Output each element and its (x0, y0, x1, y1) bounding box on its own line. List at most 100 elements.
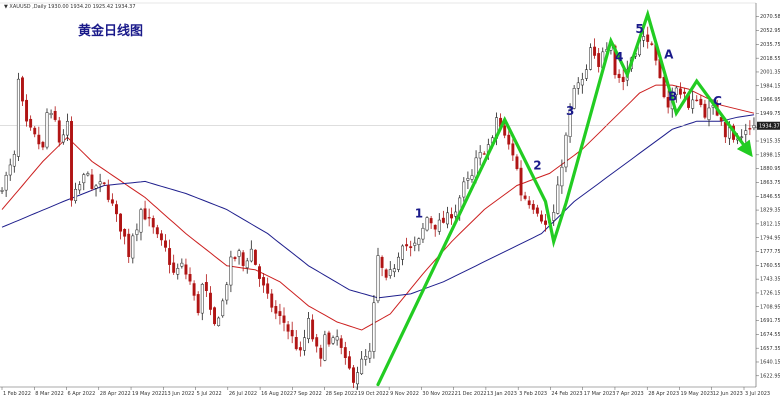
y-tick-label: 2018.55 (760, 56, 780, 62)
x-tick-label: 1 Feb 2022 (3, 391, 31, 397)
wave-label-b: B (668, 89, 677, 103)
candle-body (98, 181, 102, 185)
wave-label-2: 2 (533, 158, 541, 172)
candle-body (580, 79, 584, 86)
candle-body (200, 284, 204, 314)
candle-body (503, 125, 507, 136)
x-tick-label: 6 Apr 2022 (68, 391, 96, 397)
y-tick-label: 1726.15 (760, 291, 780, 297)
candle-body (343, 347, 347, 358)
candle-body (466, 178, 470, 181)
candle-body (433, 224, 437, 230)
x-tick-label: 19 Oct 2022 (358, 391, 389, 397)
chart-container: ▼ XAUUSD ,Daily 1930.00 1934.20 1925.42 … (0, 0, 780, 400)
candle-body (372, 302, 376, 352)
candle-body (482, 153, 486, 155)
candle-body (139, 209, 143, 233)
candle-body (678, 88, 682, 95)
candle-body (748, 128, 752, 130)
y-tick-label: 1640.15 (760, 360, 780, 366)
candle-body (531, 203, 535, 210)
candle-body (176, 268, 180, 275)
candle-body (213, 307, 216, 325)
candle-body (37, 134, 41, 145)
candle-body (119, 213, 123, 232)
candle-body (0, 190, 4, 192)
candle-body (597, 53, 601, 67)
current-price-label: 1934.37 (759, 124, 780, 130)
x-tick-label: 24 Feb 2023 (551, 391, 582, 397)
candle-body (621, 76, 625, 82)
y-tick-label: 1949.75 (760, 111, 780, 117)
x-tick-label: 28 Apr 2022 (100, 391, 131, 397)
candle-body (662, 77, 666, 98)
candle-body (286, 324, 290, 332)
candle-body (159, 233, 163, 241)
candle-body (392, 268, 396, 273)
candle-body (352, 367, 355, 383)
candle-body (123, 229, 127, 237)
candle-body (388, 269, 392, 276)
candle-body (723, 121, 727, 138)
symbol-header: ▼ XAUUSD ,Daily 1930.00 1934.20 1925.42 … (4, 4, 136, 10)
candle-body (364, 356, 368, 360)
y-tick-label: 1794.95 (760, 235, 780, 241)
y-tick-label: 1966.95 (760, 97, 780, 103)
y-tick-label: 1674.55 (760, 332, 780, 338)
candle-body (478, 152, 482, 159)
candle-body (110, 199, 114, 204)
candle-body (90, 174, 94, 189)
x-tick-label: 28 Sep 2022 (326, 391, 358, 397)
candle-body (441, 217, 445, 223)
candle-body (417, 238, 421, 245)
candle-body (307, 318, 310, 340)
candle-body (53, 110, 57, 120)
candle-body (274, 306, 278, 314)
candle-body (564, 134, 568, 168)
chart-title: 黄金日线图 (78, 23, 143, 39)
y-tick-label: 1777.75 (760, 249, 780, 255)
candle-body (41, 141, 45, 148)
candle-body (115, 204, 118, 215)
candle-body (282, 315, 286, 323)
candle-body (331, 337, 335, 344)
y-tick-label: 1984.15 (760, 83, 780, 89)
candle-body (302, 337, 306, 351)
candle-body (237, 250, 241, 257)
candle-body (151, 218, 155, 228)
candle-body (560, 166, 564, 187)
candle-body (102, 182, 106, 184)
candle-body (172, 262, 176, 273)
candle-body (61, 134, 65, 143)
candle-body (253, 249, 257, 265)
candle-body (241, 252, 245, 266)
x-tick-label: 16 Aug 2022 (261, 391, 293, 397)
candle-body (147, 217, 151, 219)
x-tick-label: 30 Nov 2022 (422, 391, 454, 397)
y-tick-label: 1880.95 (760, 166, 780, 172)
candle-body (437, 219, 441, 232)
x-tick-label: 13 Jan 2023 (487, 391, 517, 397)
candle-body (315, 337, 319, 347)
candle-body (8, 164, 12, 176)
candle-body (462, 181, 466, 198)
wave-label-4: 4 (615, 50, 623, 64)
candle-body (450, 214, 454, 219)
candle-body (143, 208, 147, 220)
candle-body (180, 262, 184, 267)
candle-body (225, 284, 229, 301)
candle-body (642, 36, 646, 41)
candle-body (4, 174, 8, 191)
candle-body (266, 283, 270, 294)
candle-body (413, 242, 417, 246)
y-tick-label: 1846.55 (760, 194, 780, 200)
candle-body (294, 337, 298, 350)
candle-body (25, 99, 29, 122)
candle-body (683, 91, 686, 94)
x-tick-label: 3 Feb 2023 (519, 391, 547, 397)
x-tick-label: 17 Mar 2023 (584, 391, 616, 397)
candle-body (298, 347, 302, 351)
x-tick-label: 9 Nov 2022 (390, 391, 419, 397)
candle-body (57, 120, 61, 143)
y-tick-label: 1760.55 (760, 263, 780, 269)
